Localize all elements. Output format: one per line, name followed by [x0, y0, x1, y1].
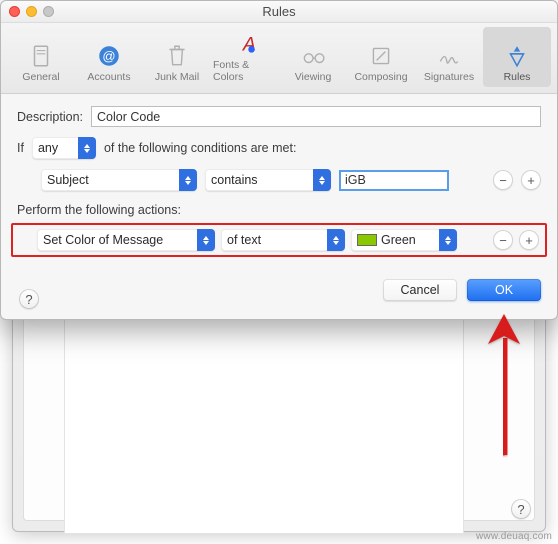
help-icon: ? [25, 292, 32, 307]
zoom-window-button[interactable] [43, 6, 54, 17]
tab-fonts-colors[interactable]: A Fonts & Colors [211, 27, 279, 87]
chevrons-icon [313, 169, 331, 191]
plus-icon: + [527, 173, 535, 188]
trash-icon [162, 43, 192, 69]
tab-general[interactable]: General [7, 27, 75, 87]
close-window-button[interactable] [9, 6, 20, 17]
dialog-buttons: Cancel OK [1, 275, 557, 301]
titlebar: Rules [1, 1, 557, 23]
description-field[interactable] [91, 106, 541, 127]
annotation-highlight: Set Color of Message of text Green − + [11, 223, 547, 257]
add-condition-button[interactable]: + [521, 170, 541, 190]
window-controls [9, 6, 54, 17]
tab-junk-mail[interactable]: Junk Mail [143, 27, 211, 87]
cancel-button[interactable]: Cancel [383, 279, 457, 301]
color-swatch [357, 234, 377, 246]
rules-icon [502, 43, 532, 69]
minimize-window-button[interactable] [26, 6, 37, 17]
condition-row: Subject contains − + [17, 169, 541, 191]
compose-icon [366, 43, 396, 69]
watermark: www.deuaq.com [476, 531, 552, 542]
font-icon: A [230, 31, 260, 57]
plus-icon: + [525, 233, 533, 248]
signature-icon [434, 43, 464, 69]
chevrons-icon [78, 137, 96, 159]
tab-accounts[interactable]: @ Accounts [75, 27, 143, 87]
ok-button[interactable]: OK [467, 279, 541, 301]
background-help-button[interactable]: ? [511, 499, 531, 519]
glasses-icon [298, 43, 328, 69]
add-action-button[interactable]: + [519, 230, 539, 250]
description-label: Description: [17, 110, 83, 124]
chevrons-icon [439, 229, 457, 251]
action-target-select[interactable]: of text [221, 229, 345, 251]
remove-condition-button[interactable]: − [493, 170, 513, 190]
if-scope-select[interactable]: any [32, 137, 96, 159]
tab-signatures[interactable]: Signatures [415, 27, 483, 87]
action-color-select[interactable]: Green [351, 229, 457, 251]
rule-editor: Description: If any of the following con… [1, 94, 557, 275]
window-title: Rules [262, 4, 295, 19]
gear-icon [26, 43, 56, 69]
condition-operator-select[interactable]: contains [205, 169, 331, 191]
chevrons-icon [197, 229, 215, 251]
action-type-select[interactable]: Set Color of Message [37, 229, 215, 251]
minus-icon: − [499, 233, 507, 248]
help-button[interactable]: ? [19, 289, 39, 309]
tab-rules[interactable]: Rules [483, 27, 551, 87]
minus-icon: − [499, 173, 507, 188]
actions-label: Perform the following actions: [17, 203, 541, 217]
if-label: If [17, 141, 24, 155]
preferences-toolbar: General @ Accounts Junk Mail A Fonts & C… [1, 23, 557, 94]
svg-text:@: @ [102, 48, 115, 63]
remove-action-button[interactable]: − [493, 230, 513, 250]
svg-text:A: A [242, 34, 256, 56]
at-icon: @ [94, 43, 124, 69]
action-row: Set Color of Message of text Green − + [19, 229, 539, 251]
tab-viewing[interactable]: Viewing [279, 27, 347, 87]
chevrons-icon [327, 229, 345, 251]
tab-composing[interactable]: Composing [347, 27, 415, 87]
chevrons-icon [179, 169, 197, 191]
help-icon: ? [517, 502, 524, 517]
condition-value-field[interactable] [339, 170, 449, 191]
condition-field-select[interactable]: Subject [41, 169, 197, 191]
rules-preferences-window: Rules General @ Accounts Junk Mail A Fon… [0, 0, 558, 320]
if-suffix-label: of the following conditions are met: [104, 141, 296, 155]
